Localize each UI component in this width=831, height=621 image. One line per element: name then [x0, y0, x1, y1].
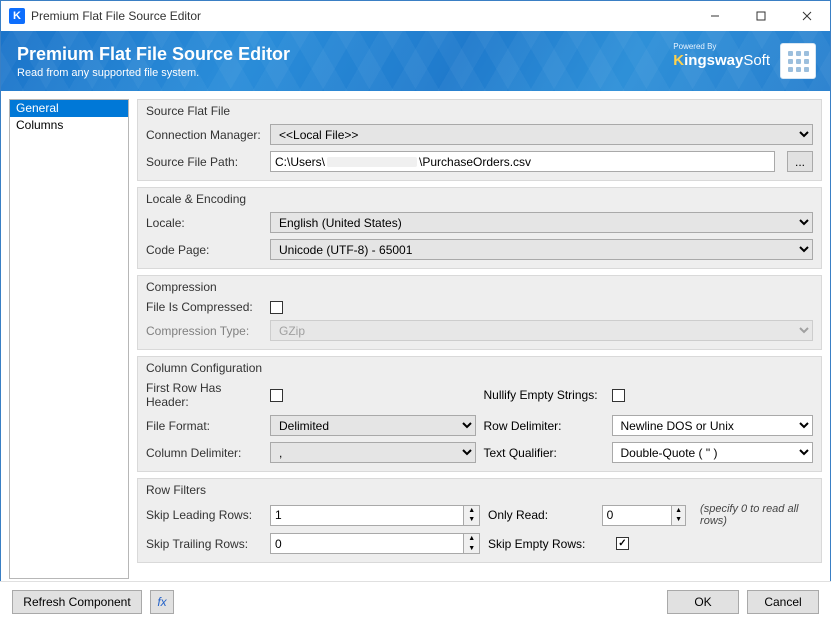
spin-up-icon[interactable]: ▲ [672, 506, 685, 516]
skip-empty-label: Skip Empty Rows: [488, 537, 608, 551]
refresh-label: Refresh Component [23, 595, 130, 609]
file-grid-icon [780, 43, 816, 79]
browse-button[interactable]: ... [787, 151, 813, 172]
section-title: Source Flat File [146, 104, 813, 118]
cancel-label: Cancel [764, 595, 801, 609]
section-row-filters: Row Filters Skip Leading Rows: ▲ ▼ Only … [137, 478, 822, 563]
section-column-config: Column Configuration First Row Has Heade… [137, 356, 822, 472]
window-controls [692, 1, 830, 31]
locale-select[interactable]: English (United States) [270, 212, 813, 233]
section-locale-encoding: Locale & Encoding Locale: English (Unite… [137, 187, 822, 269]
app-icon: K [9, 8, 25, 24]
skip-trailing-spinner[interactable]: ▲ ▼ [270, 533, 480, 554]
skip-trailing-label: Skip Trailing Rows: [146, 537, 262, 551]
titlebar: K Premium Flat File Source Editor [1, 1, 830, 31]
source-file-path-label: Source File Path: [146, 155, 262, 169]
compression-type-label: Compression Type: [146, 324, 262, 338]
spin-up-icon[interactable]: ▲ [464, 506, 479, 516]
fx-label: fx [157, 595, 166, 609]
text-qualifier-select[interactable]: Double-Quote ( " ) [612, 442, 814, 463]
compression-type-select: GZip [270, 320, 813, 341]
only-read-spinner[interactable]: ▲ ▼ [602, 505, 686, 526]
path-suffix: \PurchaseOrders.csv [419, 155, 531, 169]
spin-up-icon[interactable]: ▲ [464, 534, 479, 544]
sidebar-item-label: Columns [16, 118, 63, 132]
banner-title: Premium Flat File Source Editor [17, 44, 290, 65]
file-is-compressed-label: File Is Compressed: [146, 300, 262, 314]
connection-manager-label: Connection Manager: [146, 128, 262, 142]
sidebar-item-label: General [16, 101, 59, 115]
skip-leading-label: Skip Leading Rows: [146, 508, 262, 522]
only-read-input[interactable] [602, 505, 672, 526]
bottom-bar: Refresh Component fx OK Cancel [0, 581, 831, 621]
browse-label: ... [795, 155, 805, 169]
first-row-header-checkbox[interactable] [270, 389, 283, 402]
banner-text: Premium Flat File Source Editor Read fro… [17, 44, 290, 79]
codepage-label: Code Page: [146, 243, 262, 257]
connection-manager-select[interactable]: <<Local File>> [270, 124, 813, 145]
first-row-header-label: First Row Has Header: [146, 381, 262, 409]
locale-label: Locale: [146, 216, 262, 230]
ok-label: OK [694, 595, 711, 609]
ok-button[interactable]: OK [667, 590, 739, 614]
column-delimiter-label: Column Delimiter: [146, 446, 262, 460]
skip-leading-input[interactable] [270, 505, 463, 526]
spin-down-icon[interactable]: ▼ [672, 515, 685, 525]
maximize-button[interactable] [738, 1, 784, 31]
row-delimiter-label: Row Delimiter: [484, 419, 604, 433]
file-is-compressed-checkbox[interactable] [270, 301, 283, 314]
sidebar-item-general[interactable]: General [10, 100, 128, 117]
row-delimiter-select[interactable]: Newline DOS or Unix [612, 415, 814, 436]
only-read-label: Only Read: [488, 508, 594, 522]
skip-leading-spinner[interactable]: ▲ ▼ [270, 505, 480, 526]
close-button[interactable] [784, 1, 830, 31]
minimize-button[interactable] [692, 1, 738, 31]
column-delimiter-select[interactable]: , [270, 442, 476, 463]
file-format-select[interactable]: Delimited [270, 415, 476, 436]
main-panel: Source Flat File Connection Manager: <<L… [137, 99, 822, 579]
section-title: Column Configuration [146, 361, 813, 375]
spin-down-icon[interactable]: ▼ [464, 544, 479, 554]
refresh-component-button[interactable]: Refresh Component [12, 590, 142, 614]
only-read-hint: (specify 0 to read all rows) [700, 503, 813, 527]
brand-name: KingswaySoft [673, 53, 770, 68]
section-title: Compression [146, 280, 813, 294]
sidebar: General Columns [9, 99, 129, 579]
path-redacted [327, 157, 417, 167]
content: General Columns Source Flat File Connect… [1, 91, 830, 581]
section-title: Locale & Encoding [146, 192, 813, 206]
banner: Premium Flat File Source Editor Read fro… [1, 31, 830, 91]
banner-subtitle: Read from any supported file system. [17, 67, 290, 79]
nullify-empty-checkbox[interactable] [612, 389, 625, 402]
window-title: Premium Flat File Source Editor [31, 9, 692, 23]
text-qualifier-label: Text Qualifier: [484, 446, 604, 460]
file-format-label: File Format: [146, 419, 262, 433]
codepage-select[interactable]: Unicode (UTF-8) - 65001 [270, 239, 813, 260]
cancel-button[interactable]: Cancel [747, 590, 819, 614]
source-file-path-input[interactable]: C:\Users\ \PurchaseOrders.csv [270, 151, 775, 172]
kingswaysoft-logo: Powered By KingswaySoft [673, 43, 770, 68]
fx-button[interactable]: fx [150, 590, 174, 614]
section-title: Row Filters [146, 483, 813, 497]
section-source-flat-file: Source Flat File Connection Manager: <<L… [137, 99, 822, 181]
section-compression: Compression File Is Compressed: Compress… [137, 275, 822, 350]
powered-by-label: Powered By [673, 43, 770, 51]
skip-empty-checkbox[interactable] [616, 537, 629, 550]
path-prefix: C:\Users\ [275, 155, 325, 169]
spin-down-icon[interactable]: ▼ [464, 515, 479, 525]
skip-trailing-input[interactable] [270, 533, 463, 554]
nullify-empty-label: Nullify Empty Strings: [484, 388, 604, 402]
sidebar-item-columns[interactable]: Columns [10, 117, 128, 134]
